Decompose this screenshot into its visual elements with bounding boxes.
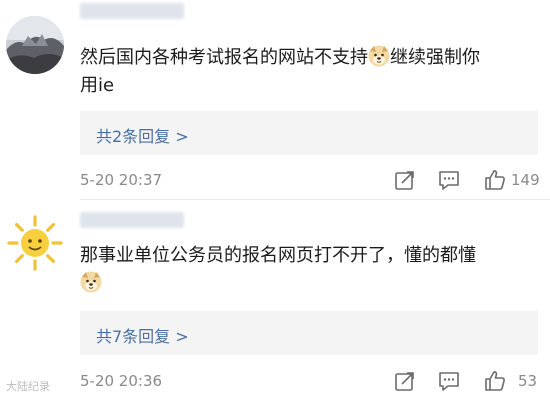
doge-emoji-icon [80,271,102,293]
comment-item: 那事业单位公务员的报名网页打不开了，懂的都懂 共7条回复 > 5-20 20:3… [0,200,550,401]
like-thumb-icon[interactable] [483,168,507,192]
share-icon[interactable] [393,369,417,393]
comment-item: 然后国内各种考试报名的网站不支持 继续强制你 用ie 共2条回复 > 5-20 2… [0,0,550,200]
comment-text-part: 用ie [80,75,115,96]
comment-text: 那事业单位公务员的报名网页打不开了，懂的都懂 [80,242,540,298]
view-replies-link[interactable]: 共7条回复 > [96,323,189,347]
replies-box[interactable]: 共7条回复 > [80,311,538,355]
comment-text-part: 继续强制你 [390,47,480,68]
doge-emoji-icon [368,45,390,67]
comment-time: 5-20 20:36 [80,372,163,390]
comment-icon[interactable] [437,369,461,393]
like-count: 149 [511,171,540,189]
username-blurred[interactable] [80,3,184,19]
replies-box[interactable]: 共2条回复 > [80,111,538,155]
comment-time: 5-20 20:37 [80,171,163,189]
share-icon[interactable] [393,168,417,192]
avatar[interactable] [6,16,64,74]
comment-icon[interactable] [437,168,461,192]
like-count: 53 [518,372,538,390]
landscape-photo-icon [6,16,64,74]
sun-icon [6,214,64,272]
like-thumb-icon[interactable] [483,369,507,393]
watermark: 大陆纪录 [6,380,50,393]
comment-text-part: 那事业单位公务员的报名网页打不开了，懂的都懂 [80,245,476,266]
comment-text: 然后国内各种考试报名的网站不支持 继续强制你 用ie [80,44,540,100]
comment-text-part: 然后国内各种考试报名的网站不支持 [80,47,368,68]
username-blurred[interactable] [80,212,184,228]
avatar[interactable] [6,214,64,272]
view-replies-link[interactable]: 共2条回复 > [96,123,189,147]
